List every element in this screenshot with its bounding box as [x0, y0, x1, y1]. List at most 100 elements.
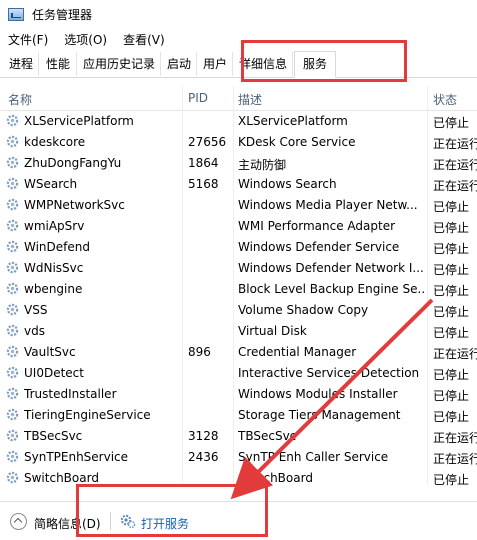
collapse-chevron-icon[interactable]	[10, 513, 27, 530]
table-row[interactable]: WinDefend Windows Defender Service 已停止	[0, 237, 477, 258]
service-gear-icon	[6, 114, 19, 127]
service-description: WMI Performance Adapter	[238, 219, 396, 233]
service-gear-icon	[6, 177, 19, 190]
service-gear-icon	[6, 198, 19, 211]
service-gear-icon	[6, 219, 19, 232]
menu-view[interactable]: 查看(V)	[115, 31, 173, 48]
menu-file[interactable]: 文件(F)	[0, 31, 56, 48]
footer-bar: 简略信息(D) 打开服务	[0, 501, 477, 540]
open-services-link[interactable]: 打开服务	[141, 515, 189, 532]
service-description: Virtual Disk	[238, 324, 307, 338]
service-description: Windows Defender Service	[238, 240, 400, 254]
title-bar: 任务管理器	[0, 0, 477, 28]
service-status: 已停止	[433, 305, 470, 319]
service-status: 已停止	[433, 263, 470, 277]
service-gear-icon	[6, 387, 19, 400]
services-gear-icon[interactable]	[120, 513, 136, 529]
table-row[interactable]: ZhuDongFangYu 1864 主动防御 正在运行	[0, 153, 477, 174]
service-description: Windows Defender Network I...	[238, 261, 424, 275]
column-header: 名称 PID 描述 状态	[0, 86, 477, 111]
task-manager-icon	[8, 7, 24, 21]
table-row[interactable]: VaultSvc 896 Credential Manager 正在运行	[0, 342, 477, 363]
tab-performance[interactable]: 性能	[40, 52, 77, 76]
service-description: 主动防御	[238, 158, 287, 172]
service-name: VaultSvc	[24, 345, 76, 359]
service-status: 正在运行	[433, 431, 477, 445]
service-name: SynTPEnhService	[24, 450, 129, 464]
service-status: 正在运行	[433, 179, 477, 193]
service-status: 已停止	[433, 473, 470, 487]
service-name: WdNisSvc	[24, 261, 84, 275]
service-name: WMPNetworkSvc	[24, 198, 125, 212]
table-row[interactable]: SwitchBoard SwitchBoard 已停止	[0, 468, 477, 489]
table-row[interactable]: VSS Volume Shadow Copy 已停止	[0, 300, 477, 321]
col-desc-header[interactable]: 描述	[238, 91, 262, 108]
table-row[interactable]: TrustedInstaller Windows Modules Installe…	[0, 384, 477, 405]
table-row[interactable]: wbengine Block Level Backup Engine Se... 已…	[0, 279, 477, 300]
table-row[interactable]: UI0Detect Interactive Services Detection 已…	[0, 363, 477, 384]
footer-separator	[110, 512, 111, 530]
tab-details[interactable]: 详细信息	[234, 52, 293, 76]
service-gear-icon	[6, 429, 19, 442]
service-description: SwitchBoard	[238, 471, 313, 485]
col-name-header[interactable]: 名称	[8, 91, 32, 108]
tab-users[interactable]: 用户	[198, 52, 233, 76]
services-list: XLServicePlatform XLServicePlatform 已停止 kde…	[0, 111, 477, 500]
service-name: TrustedInstaller	[24, 387, 117, 401]
table-row[interactable]: kdeskcore 27656 KDesk Core Service 正在运行	[0, 132, 477, 153]
menu-options[interactable]: 选项(O)	[56, 31, 115, 48]
service-pid: 2436	[188, 450, 219, 464]
table-row[interactable]: TBSecSvc 3128 TBSecSvc 正在运行	[0, 426, 477, 447]
service-description: Volume Shadow Copy	[238, 303, 369, 317]
service-name: vds	[24, 324, 45, 338]
tab-app-history[interactable]: 应用历史记录	[78, 52, 161, 76]
service-status: 已停止	[433, 221, 470, 235]
service-name: kdeskcore	[24, 135, 86, 149]
service-name: TieringEngineService	[24, 408, 151, 422]
service-status: 已停止	[433, 200, 470, 214]
table-row[interactable]: wmiApSrv WMI Performance Adapter 已停止	[0, 216, 477, 237]
service-description: TBSecSvc	[238, 429, 297, 443]
table-row[interactable]: WdNisSvc Windows Defender Network I... 已停止	[0, 258, 477, 279]
col-pid-header[interactable]: PID	[188, 91, 208, 105]
service-status: 已停止	[433, 368, 470, 382]
service-pid: 3128	[188, 429, 219, 443]
tab-startup[interactable]: 启动	[162, 52, 197, 76]
service-description: KDesk Core Service	[238, 135, 356, 149]
table-row[interactable]: TieringEngineService Storage Tiers Manage…	[0, 405, 477, 426]
service-status: 已停止	[433, 284, 470, 298]
service-description: SynTP Enh Caller Service	[238, 450, 389, 464]
service-status: 正在运行	[433, 452, 477, 466]
service-gear-icon	[6, 408, 19, 421]
tab-services[interactable]: 服务	[294, 51, 336, 78]
service-description: Storage Tiers Management	[238, 408, 401, 422]
service-description: Windows Modules Installer	[238, 387, 398, 401]
table-row[interactable]: XLServicePlatform XLServicePlatform 已停止	[0, 111, 477, 132]
window-title: 任务管理器	[32, 7, 93, 22]
service-gear-icon	[6, 240, 19, 253]
service-description: XLServicePlatform	[238, 114, 348, 128]
service-name: XLServicePlatform	[24, 114, 134, 128]
service-name: wmiApSrv	[24, 219, 85, 233]
service-gear-icon	[6, 471, 19, 484]
service-gear-icon	[6, 261, 19, 274]
service-status: 正在运行	[433, 137, 477, 151]
table-row[interactable]: WMPNetworkSvc Windows Media Player Netw..…	[0, 195, 477, 216]
service-name: ZhuDongFangYu	[24, 156, 122, 170]
service-name: VSS	[24, 303, 48, 317]
service-description: Windows Media Player Netw...	[238, 198, 418, 212]
table-row[interactable]: WSearch 5168 Windows Search 正在运行	[0, 174, 477, 195]
table-row[interactable]: SynTPEnhService 2436 SynTP Enh Caller Serv…	[0, 447, 477, 468]
service-gear-icon	[6, 450, 19, 463]
service-name: TBSecSvc	[24, 429, 83, 443]
service-description: Interactive Services Detection	[238, 366, 420, 380]
col-status-header[interactable]: 状态	[433, 91, 457, 108]
service-name: WinDefend	[24, 240, 90, 254]
service-status: 已停止	[433, 242, 470, 256]
brief-info-button[interactable]: 简略信息(D)	[34, 515, 101, 532]
service-name: WSearch	[24, 177, 78, 191]
tab-processes[interactable]: 进程	[4, 52, 39, 76]
table-row[interactable]: vds Virtual Disk 已停止	[0, 321, 477, 342]
service-gear-icon	[6, 282, 19, 295]
service-status: 已停止	[433, 389, 470, 403]
